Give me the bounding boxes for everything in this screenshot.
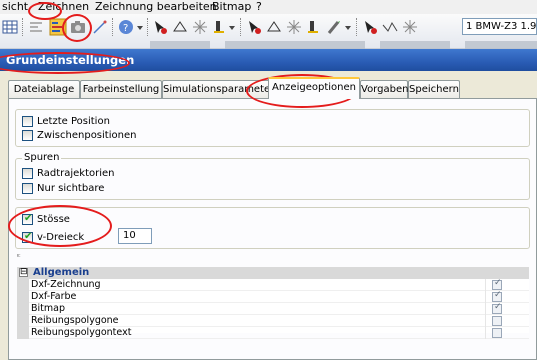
tab-dateiablage[interactable]: Dateiablage bbox=[8, 80, 80, 98]
letzte-position-label: Letzte Position bbox=[37, 116, 110, 127]
dropdown-arrow-icon[interactable] bbox=[344, 24, 352, 32]
dxf-zeichnung-checkbox[interactable] bbox=[492, 278, 502, 290]
row-gutter bbox=[17, 327, 29, 339]
zwischenpositionen-box[interactable] bbox=[22, 130, 33, 141]
v-dreieck-label: v-Dreieck bbox=[37, 232, 85, 243]
lasso-select-icon[interactable] bbox=[266, 19, 282, 35]
property-grid: ⊟ Allgemein Dxf-Zeichnung Dxf-Farbe Bitm… bbox=[17, 267, 529, 339]
svg-text:?: ? bbox=[123, 23, 128, 34]
property-value-cell bbox=[485, 290, 529, 303]
pointer-red-icon[interactable] bbox=[246, 19, 262, 35]
property-value-cell bbox=[485, 327, 529, 339]
brush-icon[interactable] bbox=[326, 19, 342, 35]
row-gutter bbox=[17, 279, 29, 291]
toolbar-row-2-ghost bbox=[150, 41, 210, 49]
table-row[interactable]: Bitmap bbox=[17, 302, 529, 315]
property-name: Reibungspolygone bbox=[31, 315, 119, 326]
table-row[interactable]: Dxf-Zeichnung bbox=[17, 278, 529, 291]
vehicle-selector[interactable]: 1 BMW-Z3 1.9 bbox=[462, 18, 537, 35]
tab-vorgaben[interactable]: Vorgaben bbox=[360, 80, 408, 98]
table-row[interactable]: Reibungspolygone bbox=[17, 315, 529, 327]
toolbar: ? 1 BMW-Z3 1.9 bbox=[0, 14, 537, 49]
car-marker-icon[interactable] bbox=[212, 19, 228, 35]
collision-options-group: Stösse v-Dreieck 10 bbox=[15, 207, 530, 249]
collapse-icon[interactable]: ⊟ bbox=[19, 268, 28, 277]
dxf-farbe-checkbox[interactable] bbox=[492, 290, 502, 302]
camera-icon[interactable] bbox=[70, 19, 86, 35]
menu-help[interactable]: ? bbox=[256, 0, 262, 14]
tab-speichern[interactable]: Speichern bbox=[408, 80, 460, 98]
polyline-icon[interactable] bbox=[382, 19, 398, 35]
toolbar-separator bbox=[147, 18, 148, 36]
spuren-group-title: Spuren bbox=[22, 152, 62, 164]
zwischenpositionen-label: Zwischenpositionen bbox=[37, 130, 137, 141]
row-gutter bbox=[17, 291, 29, 303]
category-label: Allgemein bbox=[33, 267, 90, 278]
settings-dialog-icon[interactable] bbox=[49, 18, 67, 36]
table-row[interactable]: Reibungspolygontext bbox=[17, 327, 529, 339]
property-name: Reibungspolygontext bbox=[31, 327, 132, 338]
menu-ansicht[interactable]: sicht bbox=[2, 0, 28, 14]
dialog-title-bar: Grundeinstellungen bbox=[0, 49, 537, 71]
property-name: Dxf-Zeichnung bbox=[31, 279, 101, 290]
car-marker-icon[interactable] bbox=[306, 19, 322, 35]
property-value-cell bbox=[485, 278, 529, 291]
reibungspolygone-checkbox[interactable] bbox=[492, 316, 502, 326]
toolbar-row-2-ghost bbox=[225, 41, 365, 49]
property-value-cell bbox=[485, 302, 529, 315]
row-gutter bbox=[17, 303, 29, 315]
tab-simulationsparameter[interactable]: Simulationsparameter bbox=[162, 80, 274, 98]
nur-sichtbare-box[interactable] bbox=[22, 183, 33, 194]
dropdown-arrow-icon[interactable] bbox=[228, 24, 236, 32]
position-group: Letzte Position Zwischenpositionen bbox=[15, 109, 530, 147]
grid-icon[interactable] bbox=[2, 19, 18, 35]
align-icon[interactable] bbox=[28, 19, 44, 35]
spuren-group: Spuren Radtrajektorien Nur sichtbare bbox=[15, 152, 530, 200]
toolbar-separator bbox=[22, 18, 23, 36]
toolbar-separator bbox=[112, 18, 113, 36]
stoesse-box[interactable] bbox=[22, 212, 33, 225]
radtrajektorien-box[interactable] bbox=[22, 168, 33, 179]
v-dreieck-value-input[interactable]: 10 bbox=[118, 228, 152, 244]
row-gutter bbox=[17, 315, 29, 327]
menu-bar: sicht Zeichnen Zeichnung bearbeiten Bitm… bbox=[0, 0, 537, 14]
menu-zeichnen[interactable]: Zeichnen bbox=[38, 0, 89, 14]
menu-zeichnung-bearbeiten[interactable]: Zeichnung bearbeiten bbox=[95, 0, 217, 14]
lasso-select-icon[interactable] bbox=[172, 19, 188, 35]
bitmap-checkbox[interactable] bbox=[492, 302, 502, 314]
categorized-view-icon[interactable] bbox=[17, 253, 21, 258]
tab-farbeinstellung[interactable]: Farbeinstellung bbox=[80, 80, 162, 98]
stoesse-label: Stösse bbox=[37, 214, 70, 225]
sparkle-icon[interactable] bbox=[192, 19, 208, 35]
category-allgemein[interactable]: ⊟ Allgemein bbox=[17, 267, 529, 279]
table-row[interactable]: Dxf-Farbe bbox=[17, 290, 529, 303]
property-grid-toolbar: A Z bbox=[17, 247, 21, 271]
property-name: Bitmap bbox=[31, 303, 65, 314]
v-dreieck-box[interactable] bbox=[22, 230, 33, 243]
dropdown-arrow-icon[interactable] bbox=[136, 24, 144, 32]
toolbar-separator bbox=[356, 18, 357, 36]
pointer-red-icon[interactable] bbox=[152, 19, 168, 35]
tab-anzeigeoptionen[interactable]: Anzeigeoptionen bbox=[268, 77, 360, 99]
toolbar-row-2-ghost bbox=[465, 41, 537, 49]
menu-bitmap[interactable]: Bitmap bbox=[212, 0, 251, 14]
radtrajektorien-label: Radtrajektorien bbox=[37, 168, 115, 179]
pointer-red-icon[interactable] bbox=[362, 19, 378, 35]
sparkle-icon[interactable] bbox=[286, 19, 302, 35]
toolbar-row-2-ghost bbox=[380, 41, 450, 49]
settings-dialog: Dateiablage Farbeinstellung Simulationsp… bbox=[0, 71, 537, 360]
letzte-position-box[interactable] bbox=[22, 116, 33, 127]
dialog-title: Grundeinstellungen bbox=[6, 53, 135, 67]
property-name: Dxf-Farbe bbox=[31, 291, 77, 302]
reibungspolygontext-checkbox[interactable] bbox=[492, 328, 502, 338]
nur-sichtbare-label: Nur sichtbare bbox=[37, 183, 105, 194]
property-value-cell bbox=[485, 315, 529, 327]
toolbar-separator bbox=[240, 18, 241, 36]
help-icon[interactable]: ? bbox=[118, 19, 134, 35]
line-draw-icon[interactable] bbox=[92, 19, 108, 35]
sparkle-icon[interactable] bbox=[402, 19, 418, 35]
